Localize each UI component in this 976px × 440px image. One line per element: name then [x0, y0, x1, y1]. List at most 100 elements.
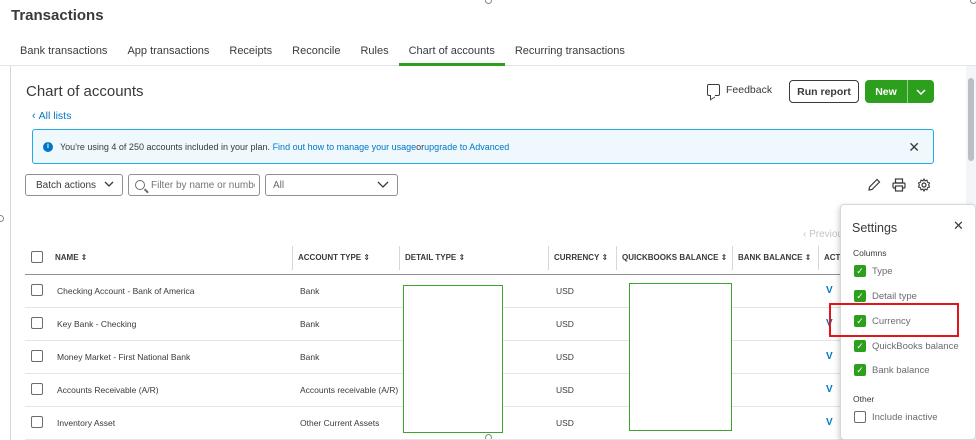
sort-icon: ⇕	[80, 253, 88, 263]
include-inactive-toggle[interactable]: Include inactive	[854, 411, 937, 423]
column-label: BANK BALANCE	[738, 253, 803, 263]
sort-icon: ⇕	[804, 253, 812, 263]
column-label: ACCOUNT TYPE	[298, 253, 362, 263]
sort-icon: ⇕	[363, 253, 371, 263]
table-header-row: NAME ⇕ ACCOUNT TYPE ⇕ DETAIL TYPE ⇕ CURR…	[25, 242, 855, 275]
chevron-left-icon: ‹	[32, 110, 36, 122]
checkbox-checked-icon[interactable]: ✓	[854, 265, 866, 277]
column-toggle-type[interactable]: ✓ Type	[854, 265, 893, 277]
currency: USD	[549, 373, 617, 407]
checkbox-checked-icon[interactable]: ✓	[854, 340, 866, 352]
tab-bank-transactions[interactable]: Bank transactions	[10, 40, 117, 66]
select-all-checkbox[interactable]	[31, 250, 43, 263]
tab-recurring-transactions[interactable]: Recurring transactions	[505, 40, 635, 66]
row-checkbox[interactable]	[31, 349, 43, 362]
columns-section-label: Columns	[853, 248, 887, 258]
redacted-detail-type-block	[403, 285, 503, 433]
scrollbar-thumb[interactable]	[968, 78, 974, 161]
row-checkbox-cell	[25, 340, 50, 374]
account-type: Accounts receivable (A/R)	[293, 373, 400, 407]
account-type: Bank	[293, 340, 400, 374]
filter-field[interactable]	[128, 174, 260, 196]
all-lists-label: All lists	[38, 110, 72, 122]
row-checkbox-cell	[25, 406, 50, 440]
settings-title: Settings	[852, 221, 898, 235]
column-toggle-detail-type[interactable]: ✓ Detail type	[854, 290, 917, 302]
chevron-down-icon	[104, 178, 114, 193]
batch-actions-label: Batch actions	[36, 179, 97, 191]
feedback-button[interactable]: Feedback	[707, 84, 772, 96]
chevron-down-icon	[377, 178, 389, 193]
account-name: Checking Account - Bank of America	[50, 274, 293, 308]
row-checkbox[interactable]	[31, 415, 43, 428]
chevron-down-icon[interactable]	[908, 80, 934, 103]
run-report-button[interactable]: Run report	[789, 80, 859, 103]
print-icon[interactable]	[892, 178, 906, 195]
batch-actions-dropdown[interactable]: Batch actions	[25, 174, 123, 196]
column-label: DETAIL TYPE	[405, 253, 457, 263]
bank-balance	[733, 274, 819, 308]
filter-input[interactable]	[151, 179, 255, 191]
type-filter-dropdown[interactable]: All	[265, 174, 398, 196]
tab-chart-of-accounts[interactable]: Chart of accounts	[398, 40, 505, 66]
all-lists-link[interactable]: ‹ All lists	[32, 110, 71, 122]
selection-handle	[970, 0, 976, 4]
close-icon[interactable]: ✕	[908, 139, 920, 156]
account-name: Key Bank - Checking	[50, 307, 293, 341]
edit-icon[interactable]	[867, 178, 881, 195]
currency: USD	[549, 274, 617, 308]
manage-usage-link[interactable]: Find out how to manage your usage	[273, 142, 417, 152]
gear-icon[interactable]	[917, 177, 931, 195]
include-inactive-label: Include inactive	[872, 411, 938, 423]
tab-receipts[interactable]: Receipts	[219, 40, 282, 66]
column-label: CURRENCY	[554, 253, 600, 263]
new-button-label[interactable]: New	[865, 80, 908, 103]
column-header-account-type[interactable]: ACCOUNT TYPE ⇕	[293, 242, 400, 275]
column-header-detail-type[interactable]: DETAIL TYPE ⇕	[400, 242, 549, 275]
column-header-currency[interactable]: CURRENCY ⇕	[549, 242, 617, 275]
new-button[interactable]: New	[865, 80, 934, 103]
row-checkbox-cell	[25, 274, 50, 308]
select-all-checkbox-cell	[25, 242, 50, 275]
bank-balance	[733, 373, 819, 407]
page-title: Transactions	[11, 7, 104, 24]
currency: USD	[549, 340, 617, 374]
account-type: Bank	[293, 274, 400, 308]
close-icon[interactable]: ✕	[953, 218, 964, 234]
banner-text: You're using 4 of 250 accounts included …	[60, 141, 271, 152]
tab-app-transactions[interactable]: App transactions	[117, 40, 219, 66]
checkbox-checked-icon[interactable]: ✓	[854, 364, 866, 376]
tab-bar: Bank transactions App transactions Recei…	[10, 40, 635, 66]
column-label: NAME	[55, 253, 79, 263]
row-checkbox[interactable]	[31, 382, 43, 395]
row-checkbox[interactable]	[31, 283, 43, 296]
info-icon: i	[43, 141, 53, 152]
bank-balance	[733, 340, 819, 374]
row-checkbox[interactable]	[31, 316, 43, 329]
feedback-label: Feedback	[726, 84, 773, 96]
column-toggle-label: Detail type	[872, 290, 917, 302]
usage-banner: i You're using 4 of 250 accounts include…	[32, 129, 934, 164]
column-toggle-label: Bank balance	[872, 364, 930, 376]
annotation-highlight-box	[829, 303, 959, 337]
upgrade-link[interactable]: upgrade to Advanced	[424, 142, 509, 152]
checkbox-empty-icon[interactable]	[854, 411, 866, 423]
sort-icon: ⇕	[720, 253, 728, 263]
column-header-name[interactable]: NAME ⇕	[50, 242, 293, 275]
column-header-bank-balance[interactable]: BANK BALANCE ⇕	[733, 242, 819, 275]
column-toggle-quickbooks-balance[interactable]: ✓ QuickBooks balance	[854, 340, 959, 352]
column-toggle-bank-balance[interactable]: ✓ Bank balance	[854, 364, 930, 376]
checkbox-checked-icon[interactable]: ✓	[854, 290, 866, 302]
type-filter-value: All	[273, 179, 285, 191]
column-toggle-label: Type	[872, 265, 893, 277]
column-header-quickbooks-balance[interactable]: QUICKBOOKS BALANCE ⇕	[617, 242, 733, 275]
sort-icon: ⇕	[601, 253, 609, 263]
bank-balance	[733, 406, 819, 440]
account-name: Accounts Receivable (A/R)	[50, 373, 293, 407]
tab-reconcile[interactable]: Reconcile	[282, 40, 350, 66]
tab-rules[interactable]: Rules	[350, 40, 398, 66]
currency: USD	[549, 307, 617, 341]
column-toggle-label: QuickBooks balance	[872, 340, 959, 352]
chat-bubble-icon	[707, 84, 720, 96]
panel-border	[10, 66, 11, 440]
